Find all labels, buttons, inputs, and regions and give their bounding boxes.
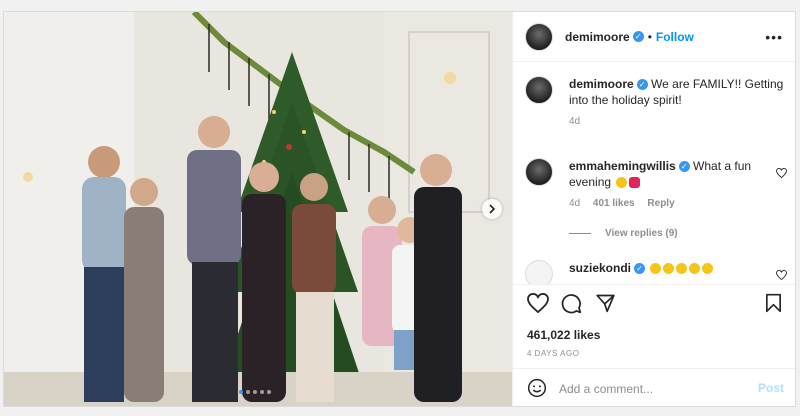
- caption-username[interactable]: demimoore: [569, 77, 634, 91]
- replies-divider: [569, 233, 591, 234]
- post-actions-bar: [513, 284, 795, 320]
- author-avatar[interactable]: [525, 76, 553, 104]
- separator-dot: •: [647, 29, 652, 44]
- comment-icon[interactable]: [561, 293, 582, 314]
- carousel-dot: [253, 390, 257, 394]
- verified-icon: ✓: [636, 79, 648, 91]
- red-heart-emoji-icon: [629, 177, 641, 189]
- caption-row: demimoore ✓ We are FAMILY!! Getting into …: [525, 76, 787, 130]
- post-comment-button[interactable]: Post: [758, 381, 784, 395]
- comment-username[interactable]: suziekondi: [569, 261, 631, 275]
- heart-icon[interactable]: [527, 293, 549, 313]
- like-comment-heart-icon[interactable]: [776, 270, 787, 280]
- follow-button[interactable]: Follow: [656, 30, 694, 44]
- likes-count[interactable]: 461,022 likes: [527, 328, 600, 342]
- commenter-avatar[interactable]: [525, 260, 553, 284]
- reply-button[interactable]: Reply: [647, 198, 674, 209]
- commenter-avatar[interactable]: [525, 158, 553, 186]
- crying-emoji-icon: [676, 263, 688, 275]
- verified-icon: ✓: [632, 31, 644, 42]
- carousel-dot: [260, 390, 264, 394]
- crying-emoji-icon: [663, 263, 675, 275]
- verified-icon: ✓: [634, 263, 646, 275]
- comment-composer: Post: [513, 368, 795, 406]
- post-timestamp: 4 DAYS AGO: [527, 349, 580, 358]
- bookmark-icon[interactable]: [765, 293, 782, 313]
- comment-age: 4d: [569, 198, 581, 209]
- verified-icon: ✓: [678, 161, 690, 173]
- comment-username[interactable]: emmahemingwillis: [569, 159, 676, 173]
- post-side-panel: demimoore ✓ • Follow ••• demimoore ✓ We a…: [512, 12, 795, 406]
- smiley-icon[interactable]: [527, 378, 547, 398]
- view-replies-label: View replies (9): [605, 228, 678, 239]
- carousel-dot: [267, 390, 271, 394]
- chevron-right-icon: [489, 204, 496, 214]
- post-header: demimoore ✓ • Follow •••: [513, 12, 795, 62]
- comment-row: suziekondi ✓: [525, 260, 787, 284]
- carousel-next-button[interactable]: [482, 199, 502, 219]
- comment-input[interactable]: [557, 379, 751, 399]
- like-comment-heart-icon[interactable]: [776, 168, 787, 178]
- crying-emoji-icon: [689, 263, 701, 275]
- carousel-dot: [239, 390, 243, 394]
- caption-age: 4d: [569, 116, 581, 127]
- comment-likes[interactable]: 401 likes: [593, 198, 635, 209]
- crying-emoji-icon: [702, 263, 714, 275]
- instagram-post-window: demimoore ✓ • Follow ••• demimoore ✓ We a…: [3, 11, 796, 407]
- carousel-dot: [246, 390, 250, 394]
- carousel-dots: [239, 390, 271, 394]
- crying-emoji-icon: [650, 263, 662, 275]
- view-replies-button[interactable]: View replies (9): [569, 228, 678, 239]
- share-icon[interactable]: [595, 293, 616, 313]
- author-avatar[interactable]: [525, 22, 553, 51]
- comment-row: emmahemingwillis ✓ What a fun evening 4d …: [525, 158, 787, 212]
- heart-eyes-emoji-icon: [616, 177, 628, 189]
- family-photo-illustration: [4, 12, 512, 406]
- more-icon[interactable]: •••: [765, 29, 783, 45]
- author-username[interactable]: demimoore: [565, 30, 630, 44]
- comments-list[interactable]: demimoore ✓ We are FAMILY!! Getting into …: [513, 62, 795, 284]
- post-photo[interactable]: [4, 12, 512, 406]
